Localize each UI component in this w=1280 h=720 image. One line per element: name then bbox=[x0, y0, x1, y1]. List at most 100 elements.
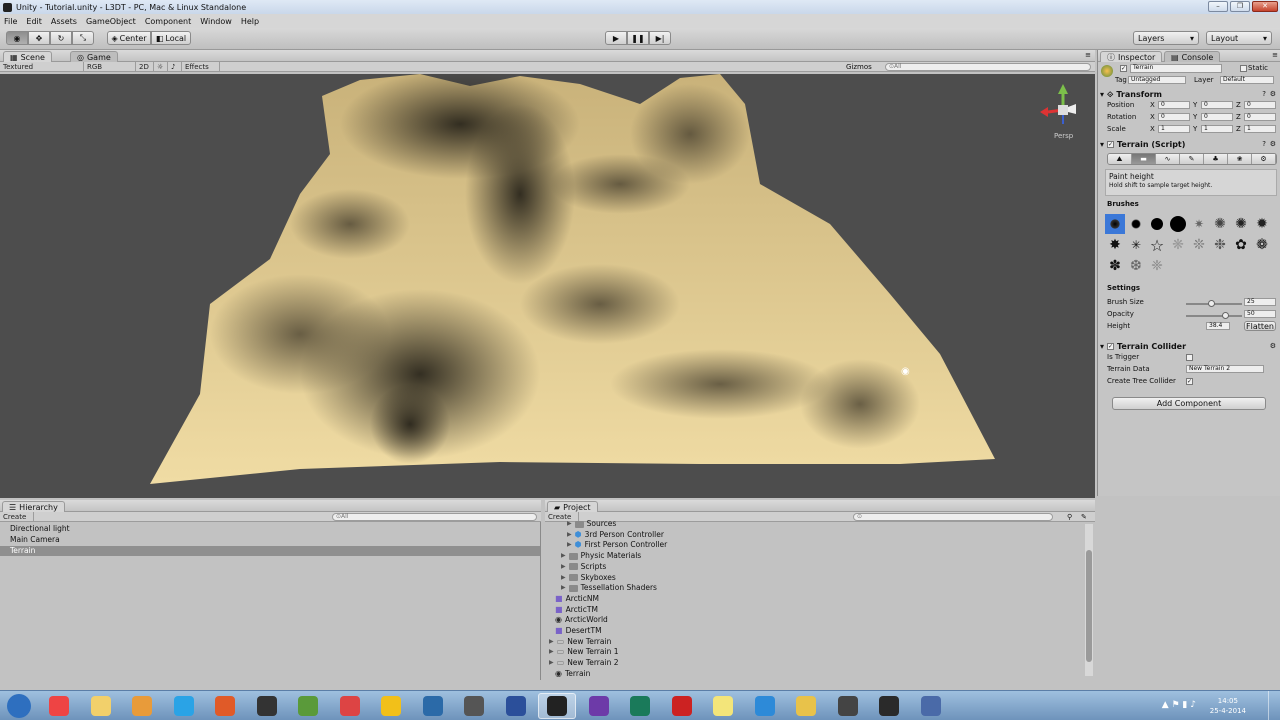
smooth-height-tool-button[interactable]: ∿ bbox=[1156, 154, 1180, 164]
brush-fuzzy-icon[interactable]: ❋ bbox=[1168, 235, 1188, 255]
setting-value-field[interactable]: 50 bbox=[1244, 310, 1276, 318]
slider-knob[interactable] bbox=[1208, 300, 1215, 307]
scale-tool-button[interactable]: ⤡ bbox=[72, 31, 94, 45]
expand-arrow-icon[interactable]: ▶ bbox=[561, 562, 566, 572]
flatten-button[interactable]: Flatten bbox=[1244, 321, 1276, 331]
brush-star-icon[interactable]: ☆ bbox=[1147, 235, 1167, 255]
expand-arrow-icon[interactable]: ▶ bbox=[567, 540, 572, 550]
paint-height-tool-button[interactable]: ▬ bbox=[1132, 154, 1156, 164]
expand-arrow-icon[interactable]: ▶ bbox=[549, 637, 554, 647]
tab-inspector[interactable]: ⓘ Inspector bbox=[1100, 51, 1163, 62]
component-gear-icon[interactable]: ⚙ bbox=[1270, 90, 1276, 98]
expand-arrow-icon[interactable]: ▶ bbox=[567, 519, 572, 529]
shading-dropdown[interactable]: Textured bbox=[0, 61, 84, 72]
project-item[interactable]: ▶ ⬢ First Person Controller bbox=[567, 540, 667, 550]
smash-task-button[interactable] bbox=[331, 693, 369, 719]
pivot-center-button[interactable]: ◈ Center bbox=[107, 31, 151, 45]
brush-blob-icon[interactable]: ❉ bbox=[1210, 235, 1230, 255]
tab-game[interactable]: ◎ Game bbox=[70, 51, 118, 62]
taskbar-clock[interactable]: 14:05 25-4-2014 bbox=[1210, 696, 1246, 716]
brush-splat-icon[interactable]: ✸ bbox=[1105, 235, 1125, 255]
scene-search-input[interactable]: ⊙All bbox=[885, 63, 1091, 71]
layer-dropdown[interactable]: Default bbox=[1220, 76, 1274, 84]
terrain-settings-tool-button[interactable]: ⚙ bbox=[1252, 154, 1276, 164]
gizmos-dropdown[interactable]: Gizmos bbox=[846, 62, 872, 72]
project-item[interactable]: ▶ Sources bbox=[567, 519, 616, 529]
2d-toggle[interactable]: 2D bbox=[136, 61, 154, 72]
explorer-task-button[interactable] bbox=[82, 693, 120, 719]
expand-arrow-icon[interactable]: ▶ bbox=[549, 658, 554, 668]
brush-ink-icon[interactable]: ❁ bbox=[1252, 235, 1272, 255]
filter-by-label-icon[interactable]: ✎ bbox=[1081, 513, 1087, 521]
component-help-icon[interactable]: ? bbox=[1262, 140, 1266, 148]
project-item[interactable]: ▶ ▭ New Terrain 2 bbox=[549, 658, 618, 668]
setting-value-field[interactable]: 25 bbox=[1244, 298, 1276, 306]
tab-console[interactable]: ▤ Console bbox=[1164, 51, 1221, 62]
hierarchy-search-input[interactable]: ⊙All bbox=[332, 513, 537, 521]
brush-cloud-icon[interactable]: ✿ bbox=[1231, 235, 1251, 255]
obs-task-button[interactable] bbox=[870, 693, 908, 719]
start-orb-task-button[interactable] bbox=[4, 693, 34, 719]
layers-dropdown[interactable]: Layers ▾ bbox=[1133, 31, 1199, 45]
transform-header[interactable]: ▾ ⟐ Transform bbox=[1100, 89, 1279, 100]
menu-window[interactable]: Window bbox=[200, 17, 232, 26]
project-item[interactable]: ◉ ArcticWorld bbox=[555, 615, 608, 625]
object-name-field[interactable]: Terrain bbox=[1130, 64, 1222, 73]
brush-round-medium-icon[interactable] bbox=[1147, 214, 1167, 234]
tab-project[interactable]: ▰ Project bbox=[547, 501, 598, 512]
transform-x-field[interactable]: 1 bbox=[1158, 125, 1190, 133]
teamviewer-task-button[interactable] bbox=[497, 693, 535, 719]
menu-gameobject[interactable]: GameObject bbox=[86, 17, 136, 26]
maximize-button[interactable]: ❐ bbox=[1230, 1, 1250, 12]
pause-button[interactable]: ❚❚ bbox=[627, 31, 649, 45]
brush-scatter-icon[interactable]: ❊ bbox=[1189, 235, 1209, 255]
project-scrollbar[interactable] bbox=[1085, 524, 1093, 676]
autocad-task-button[interactable] bbox=[663, 693, 701, 719]
play-button[interactable]: ▶ bbox=[605, 31, 627, 45]
tag-dropdown[interactable]: Untagged bbox=[1128, 76, 1186, 84]
setting-slider[interactable] bbox=[1186, 300, 1242, 307]
project-item[interactable]: ▶ Tessellation Shaders bbox=[561, 583, 657, 593]
tray-icons[interactable]: ▲ ⚑ ▮ ♪ bbox=[1162, 700, 1196, 710]
close-button[interactable]: ✕ bbox=[1252, 1, 1278, 12]
slider-knob[interactable] bbox=[1222, 312, 1229, 319]
project-item[interactable]: ▶ Physic Materials bbox=[561, 551, 641, 561]
raise-lower-tool-button[interactable]: ⛰ bbox=[1108, 154, 1132, 164]
paint-details-tool-button[interactable]: ❀ bbox=[1228, 154, 1252, 164]
brush-noise-dense-icon[interactable]: ✺ bbox=[1231, 214, 1251, 234]
panel-menu-icon[interactable]: ≡ bbox=[1272, 51, 1278, 59]
terrain-data-field[interactable]: New Terrain 2 bbox=[1186, 365, 1264, 373]
brush-rough-icon[interactable]: ❆ bbox=[1126, 256, 1146, 276]
transform-y-field[interactable]: 0 bbox=[1201, 113, 1233, 121]
publisher-task-button[interactable] bbox=[621, 693, 659, 719]
component-gear-icon[interactable]: ⚙ bbox=[1270, 140, 1276, 148]
project-item[interactable]: ▶ Scripts bbox=[561, 562, 606, 572]
brush-round-small-icon[interactable] bbox=[1126, 214, 1146, 234]
brush-starburst-icon[interactable]: ✳ bbox=[1126, 235, 1146, 255]
java-task-button[interactable] bbox=[414, 693, 452, 719]
tab-hierarchy[interactable]: ☰ Hierarchy bbox=[2, 501, 65, 512]
audio-toggle-icon[interactable]: ♪ bbox=[168, 61, 182, 72]
project-search-input[interactable]: ⊙ bbox=[853, 513, 1053, 521]
static-checkbox[interactable] bbox=[1240, 65, 1247, 72]
sticky-notes-task-button[interactable] bbox=[704, 693, 742, 719]
transform-y-field[interactable]: 0 bbox=[1201, 101, 1233, 109]
hierarchy-item[interactable]: Main Camera bbox=[10, 535, 60, 545]
collider-enabled-checkbox[interactable]: ✓ bbox=[1107, 343, 1115, 350]
rotate-tool-button[interactable]: ↻ bbox=[50, 31, 72, 45]
expand-arrow-icon[interactable]: ▶ bbox=[561, 583, 566, 593]
is-trigger-checkbox[interactable] bbox=[1186, 354, 1193, 361]
scene-view[interactable]: Persp ◉ bbox=[0, 74, 1095, 498]
transform-y-field[interactable]: 1 bbox=[1201, 125, 1233, 133]
layout-dropdown[interactable]: Layout ▾ bbox=[1206, 31, 1272, 45]
project-item[interactable]: ■ DesertTM bbox=[555, 626, 602, 636]
minecraft-task-button[interactable] bbox=[289, 693, 327, 719]
brush-soft-round-icon[interactable] bbox=[1105, 214, 1125, 234]
place-trees-tool-button[interactable]: ♣ bbox=[1204, 154, 1228, 164]
menu-file[interactable]: File bbox=[4, 17, 17, 26]
brush-noise-icon[interactable]: ✺ bbox=[1210, 214, 1230, 234]
hierarchy-item[interactable]: Terrain bbox=[0, 546, 540, 556]
add-component-button[interactable]: Add Component bbox=[1112, 397, 1266, 410]
transform-z-field[interactable]: 0 bbox=[1244, 113, 1276, 121]
smiley-task-button[interactable] bbox=[787, 693, 825, 719]
